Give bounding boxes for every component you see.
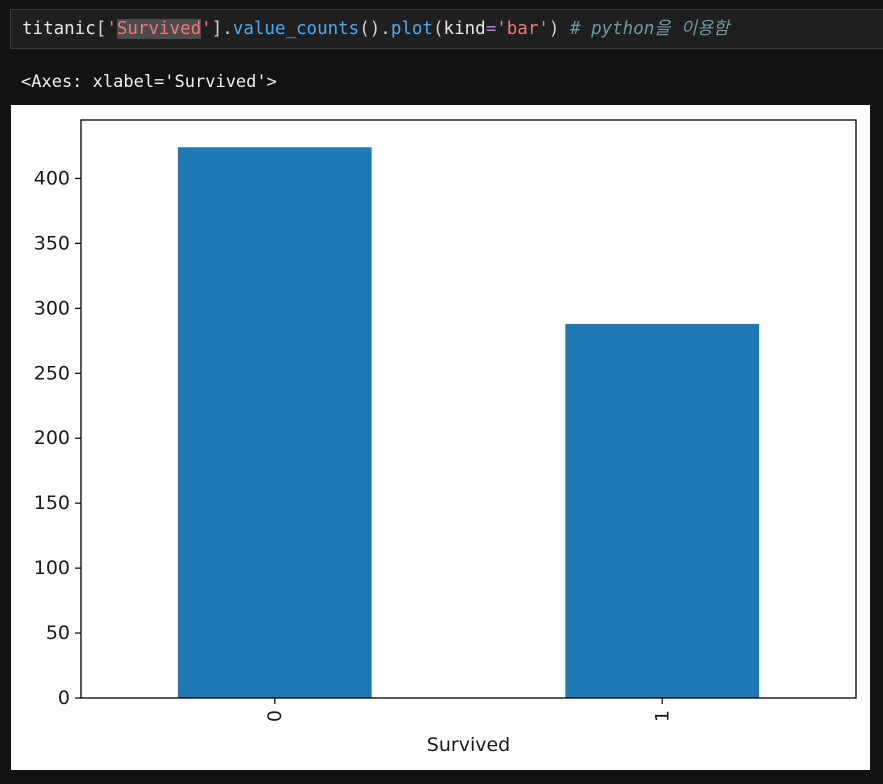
bar-1	[565, 323, 760, 698]
code-token-punc: [	[95, 19, 107, 39]
code-token-str-hl: Survived	[116, 19, 202, 39]
x-tick-label: 1	[651, 710, 673, 722]
output-repr: <Axes: xlabel='Survived'>	[21, 72, 277, 92]
y-tick-label: 100	[34, 557, 70, 579]
notebook-page: titanic['Survived'].value_counts().plot(…	[0, 0, 883, 784]
code-token-op: =	[485, 19, 497, 39]
y-tick-label: 300	[34, 297, 70, 319]
bar-chart-figure: 0 50 100 150 200 250 300 350 400 0 1 Survived	[11, 105, 870, 770]
y-tick-label: 50	[46, 622, 70, 644]
code-token-punc: ].	[211, 19, 233, 39]
bar-chart: 0 50 100 150 200 250 300 350 400 0 1 Survived	[34, 119, 857, 756]
bar-0	[177, 147, 372, 699]
y-tick-label: 400	[34, 167, 70, 189]
y-tick-label: 350	[34, 232, 70, 254]
code-token-punc: ().	[359, 19, 391, 39]
code-cell[interactable]: titanic['Survived'].value_counts().plot(…	[10, 9, 883, 49]
code-token-kw: titanic	[22, 19, 96, 39]
code-token-fn: value_counts	[232, 19, 360, 39]
y-tick-label: 250	[34, 362, 70, 384]
code-token-kw: kind	[443, 19, 486, 39]
code-token-str: '	[201, 19, 212, 39]
y-tick-label: 150	[34, 492, 70, 514]
code-token-fn: plot	[390, 19, 433, 39]
code-token-punc: )	[548, 19, 570, 39]
y-tick-label: 0	[58, 687, 70, 709]
y-tick-label: 200	[34, 427, 70, 449]
code-line[interactable]: titanic['Survived'].value_counts().plot(…	[22, 16, 729, 42]
x-tick-label: 0	[264, 710, 286, 722]
code-token-punc: (	[432, 19, 444, 39]
code-token-str: 'bar'	[496, 19, 549, 39]
code-token-comment: # python을 이용함	[570, 19, 730, 39]
x-axis-label: Survived	[427, 734, 510, 756]
code-token-str: '	[106, 19, 117, 39]
